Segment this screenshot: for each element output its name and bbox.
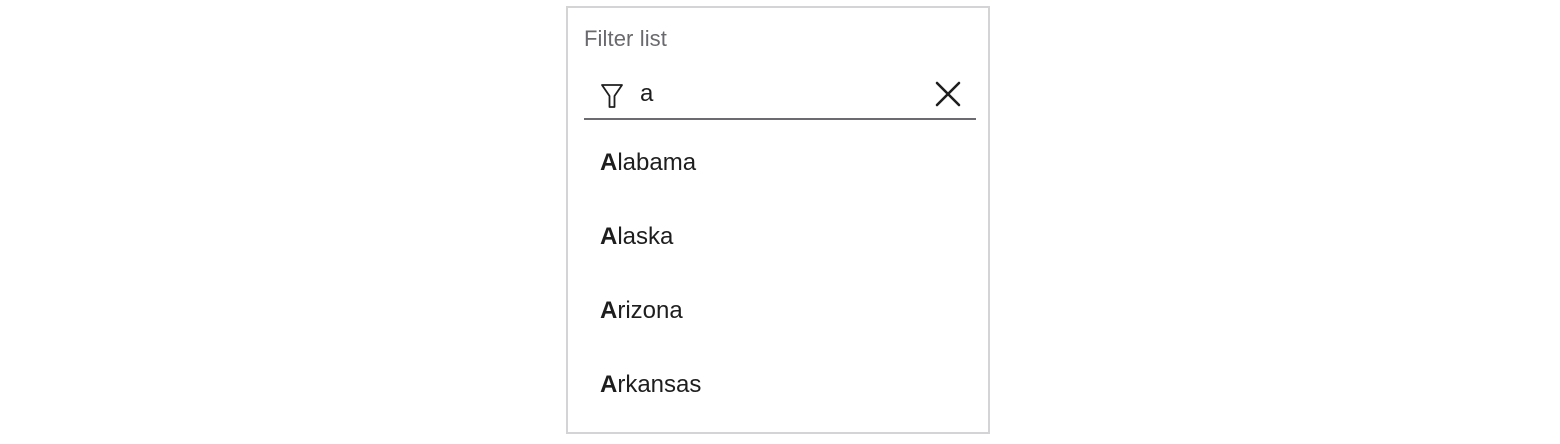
filter-icon bbox=[601, 84, 623, 108]
list-item-rest: laska bbox=[617, 223, 674, 250]
close-icon bbox=[935, 81, 961, 107]
list-item-rest: labama bbox=[617, 149, 697, 176]
filter-list-panel: Filter list Alabama Alaska Arizona Arkan… bbox=[566, 6, 990, 434]
list-item-match: A bbox=[600, 149, 618, 176]
list-item-rest: rkansas bbox=[617, 371, 702, 398]
list-item-match: A bbox=[600, 297, 618, 324]
list-item[interactable]: Alabama bbox=[584, 126, 976, 200]
clear-filter-button[interactable] bbox=[932, 78, 964, 110]
filter-search-field[interactable] bbox=[584, 72, 976, 120]
list-item[interactable]: Arkansas bbox=[584, 348, 976, 422]
list-item[interactable]: Alaska bbox=[584, 200, 976, 274]
list-item[interactable]: Arizona bbox=[584, 274, 976, 348]
list-item-rest: rizona bbox=[617, 297, 683, 324]
filtered-results-list: Alabama Alaska Arizona Arkansas bbox=[584, 126, 976, 422]
list-item-match: A bbox=[600, 371, 618, 398]
filter-label: Filter list bbox=[584, 26, 667, 51]
filter-input[interactable] bbox=[640, 76, 920, 112]
list-item-match: A bbox=[600, 223, 618, 250]
